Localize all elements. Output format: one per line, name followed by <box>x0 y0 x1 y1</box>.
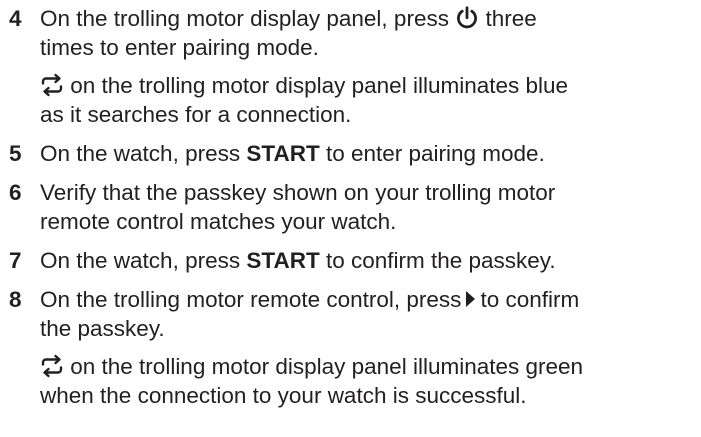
step-number: 8 <box>9 287 22 312</box>
step-note: on the trolling motor display panel illu… <box>40 352 693 410</box>
note-text-line: when the connection to your watch is suc… <box>40 383 527 408</box>
step-number: 4 <box>9 6 22 31</box>
step-text: to confirm <box>480 287 580 312</box>
step-text: to enter pairing mode. <box>319 141 545 166</box>
instruction-page: 4 On the trolling motor display panel, p… <box>0 0 701 437</box>
pairing-arrows-icon <box>40 354 64 378</box>
step-text: On the trolling motor display panel, pre… <box>40 6 456 31</box>
pairing-arrows-icon <box>40 73 64 97</box>
step-text-line: the passkey. <box>40 316 165 341</box>
power-icon <box>455 6 479 30</box>
start-key-label: START <box>246 248 320 273</box>
note-text-line: on the trolling motor display panel illu… <box>40 352 693 381</box>
step-text-line: Verify that the passkey shown on your tr… <box>40 180 556 205</box>
step-note: on the trolling motor display panel illu… <box>40 71 693 129</box>
right-arrow-icon <box>463 287 477 311</box>
start-key-label: START <box>246 141 320 166</box>
step-4: 4 On the trolling motor display panel, p… <box>0 4 701 129</box>
note-text: on the trolling motor display panel illu… <box>64 73 569 98</box>
step-body: On the watch, press START to enter pairi… <box>40 139 701 168</box>
step-text: On the trolling motor remote control, pr… <box>40 287 462 312</box>
note-text-line: as it searches for a connection. <box>40 102 352 127</box>
step-text-line: times to enter pairing mode. <box>40 35 319 60</box>
step-number: 5 <box>9 141 22 166</box>
step-body: On the trolling motor display panel, pre… <box>40 4 701 129</box>
step-body: On the watch, press START to confirm the… <box>40 246 701 275</box>
step-number: 7 <box>9 248 22 273</box>
step-text: to confirm the passkey. <box>319 248 556 273</box>
step-text-line: On the trolling motor remote control, pr… <box>40 285 693 314</box>
step-8: 8 On the trolling motor remote control, … <box>0 285 701 410</box>
step-5: 5 On the watch, press START to enter pai… <box>0 139 701 168</box>
step-6: 6 Verify that the passkey shown on your … <box>0 178 701 236</box>
step-7: 7 On the watch, press START to confirm t… <box>0 246 701 275</box>
step-number: 6 <box>9 180 22 205</box>
step-body: Verify that the passkey shown on your tr… <box>40 178 701 236</box>
step-text: three <box>479 6 537 31</box>
step-text-line: remote control matches your watch. <box>40 209 397 234</box>
step-text-line: On the watch, press START to enter pairi… <box>40 139 693 168</box>
note-text-line: on the trolling motor display panel illu… <box>40 71 693 100</box>
step-text-line: On the watch, press START to confirm the… <box>40 246 693 275</box>
step-body: On the trolling motor remote control, pr… <box>40 285 701 410</box>
step-text: On the watch, press <box>40 141 247 166</box>
step-text: On the watch, press <box>40 248 247 273</box>
step-text-line: On the trolling motor display panel, pre… <box>40 4 693 33</box>
note-text: on the trolling motor display panel illu… <box>64 354 584 379</box>
